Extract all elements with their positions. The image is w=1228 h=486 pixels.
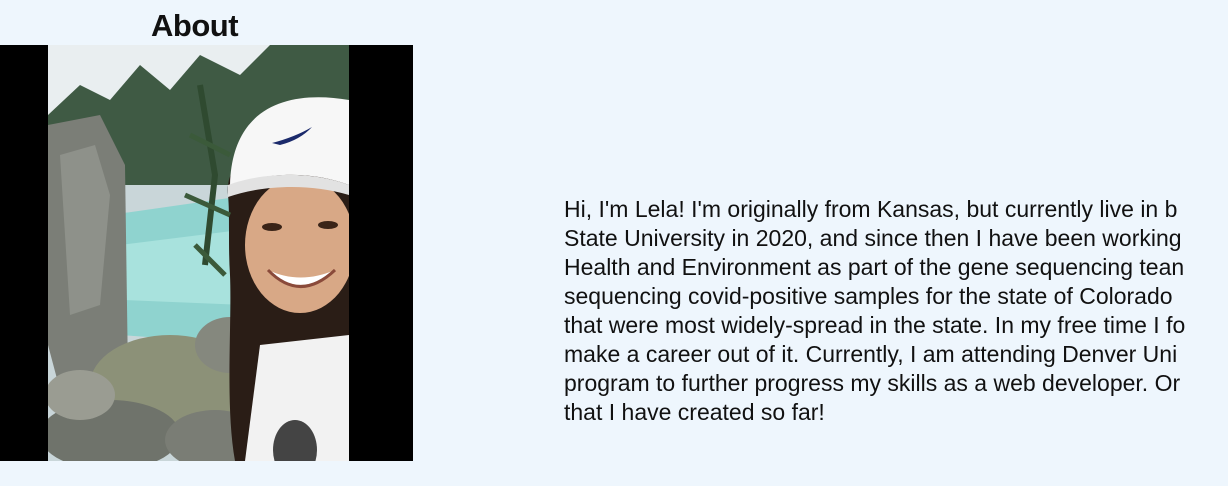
profile-photo	[0, 45, 413, 461]
section-title: About	[151, 8, 239, 43]
bio-line: that were most widely-spread in the stat…	[564, 312, 1186, 338]
bio-line: program to further progress my skills as…	[564, 370, 1181, 396]
bio-line: make a career out of it. Currently, I am…	[564, 341, 1178, 367]
bio-paragraph: Hi, I'm Lela! I'm originally from Kansas…	[564, 195, 1228, 427]
bio-line: Hi, I'm Lela! I'm originally from Kansas…	[564, 196, 1178, 222]
portrait-photo-icon	[0, 45, 413, 461]
bio-line: sequencing covid-positive samples for th…	[564, 283, 1173, 309]
bio-line: Health and Environment as part of the ge…	[564, 254, 1185, 280]
bio-line: State University in 2020, and since then…	[564, 225, 1182, 251]
bio-line: that I have created so far!	[564, 399, 825, 425]
